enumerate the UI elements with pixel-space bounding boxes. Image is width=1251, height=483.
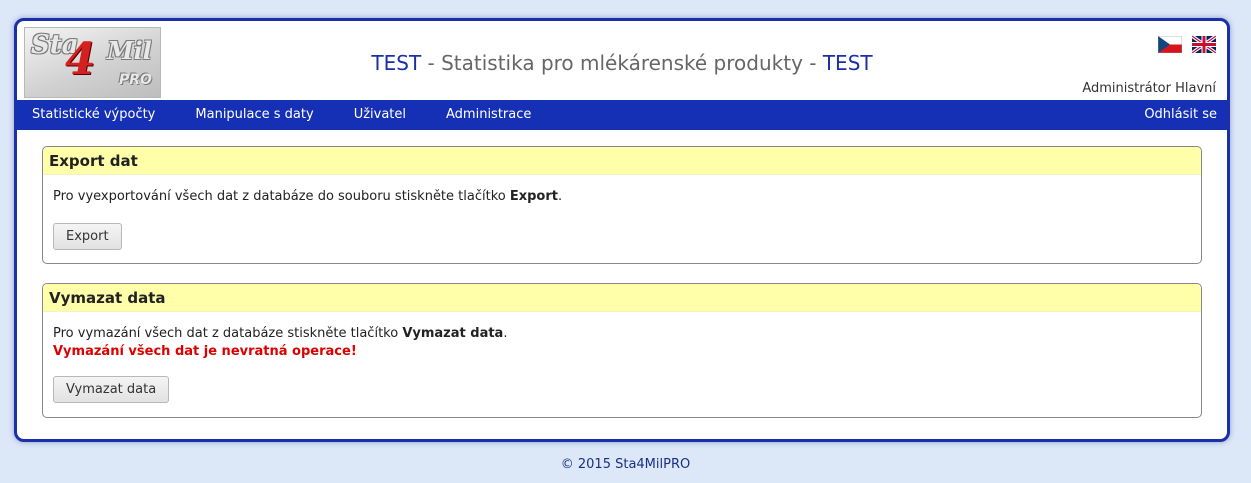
page-title: TEST - Statistika pro mlékárenské produk… [17, 51, 1227, 75]
export-text-before: Pro vyexportování všech dat z databáze d… [53, 189, 510, 204]
user-name: Administrátor Hlavní [1082, 81, 1216, 96]
header: Sta 4 Mil PRO TEST - Statistika pro mlék… [17, 21, 1227, 100]
nav-item-statistics[interactable]: Statistické výpočty [17, 100, 175, 130]
export-panel: Export dat Pro vyexportování všech dat z… [42, 146, 1202, 264]
delete-description: Pro vymazání všech dat z databáze stiskn… [53, 324, 1191, 343]
logout-link[interactable]: Odhlásit se [1124, 100, 1227, 130]
title-main: - Statistika pro mlékárenské produkty - [421, 51, 823, 75]
delete-text-before: Pro vymazání všech dat z databáze stiskn… [53, 326, 403, 341]
delete-text-bold: Vymazat data [402, 326, 504, 341]
main-navbar: Statistické výpočty Manipulace s daty Už… [17, 100, 1227, 130]
main-frame: Sta 4 Mil PRO TEST - Statistika pro mlék… [14, 18, 1230, 442]
czech-flag-icon[interactable] [1158, 36, 1182, 53]
delete-data-button[interactable]: Vymazat data [53, 376, 170, 403]
export-text-bold: Export [509, 189, 558, 204]
export-text-after: . [558, 189, 563, 204]
delete-warning: Vymazání všech dat je nevratná operace! [53, 344, 357, 359]
footer-copyright: © 2015 Sta4MilPRO [560, 457, 691, 472]
export-button[interactable]: Export [53, 223, 122, 250]
uk-flag-icon[interactable] [1192, 36, 1216, 53]
language-switcher [1158, 36, 1216, 53]
nav-item-user[interactable]: Uživatel [334, 100, 426, 130]
nav-item-administration[interactable]: Administrace [426, 100, 551, 130]
delete-text-after: . [503, 326, 508, 341]
delete-panel-title: Vymazat data [43, 284, 1201, 312]
env-label-right: TEST [822, 51, 873, 75]
env-label-left: TEST [371, 51, 422, 75]
nav-item-data-management[interactable]: Manipulace s daty [175, 100, 333, 130]
export-panel-title: Export dat [43, 147, 1201, 175]
export-description: Pro vyexportování všech dat z databáze d… [53, 187, 1191, 206]
delete-panel: Vymazat data Pro vymazání všech dat z da… [42, 283, 1202, 418]
